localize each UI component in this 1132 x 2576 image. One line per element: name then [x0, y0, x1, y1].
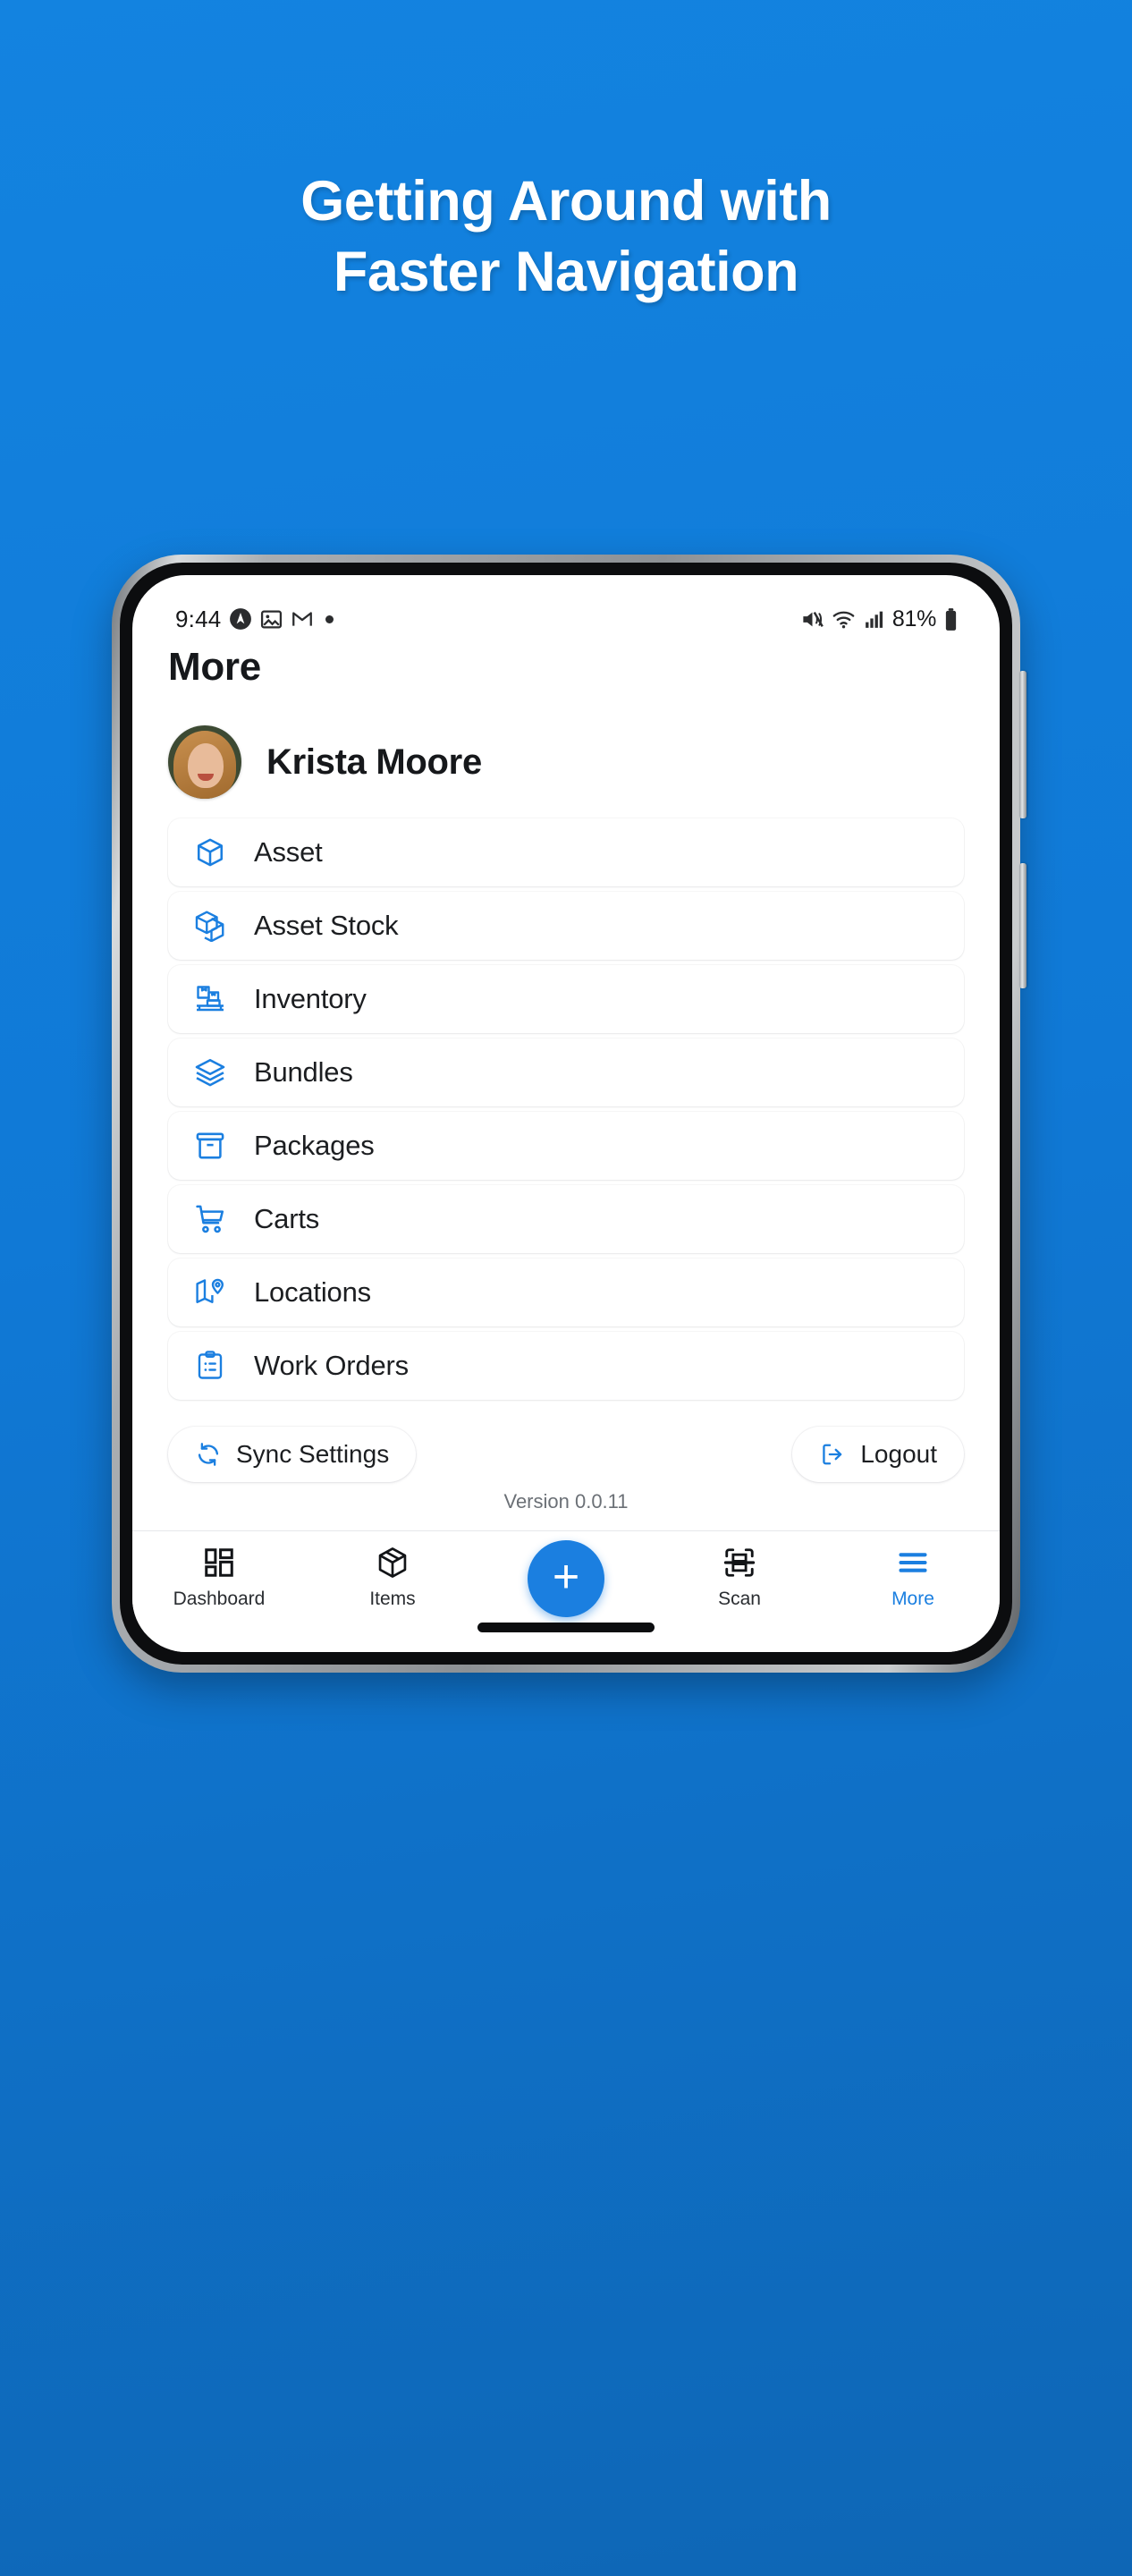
nav-item-dashboard[interactable]: Dashboard: [152, 1544, 286, 1610]
layers-icon: [193, 1055, 227, 1089]
box-3d-icon: [376, 1544, 410, 1581]
barcode-scan-icon: [722, 1544, 756, 1581]
cube-icon: [193, 835, 227, 869]
nav-label: Scan: [718, 1589, 761, 1609]
phone-screen: 9:44 81% More Krista Moore Asset Asset S…: [132, 575, 1000, 1652]
clipboard-list-icon: [193, 1349, 227, 1383]
page-title: More: [168, 645, 261, 689]
nav-item-add[interactable]: +: [499, 1540, 633, 1617]
menu-item-asset-stock[interactable]: Asset Stock: [168, 892, 964, 960]
dot-icon: [325, 614, 334, 623]
refresh-icon: [195, 1441, 222, 1468]
menu-item-label: Asset Stock: [254, 910, 399, 941]
home-indicator[interactable]: [477, 1623, 655, 1632]
phone-bezel: 9:44 81% More Krista Moore Asset Asset S…: [120, 563, 1012, 1665]
status-time: 9:44: [175, 605, 222, 632]
map-pin-icon: [193, 1275, 227, 1309]
mute-icon: [800, 607, 824, 631]
menu-item-label: Work Orders: [254, 1350, 409, 1381]
battery-icon: [943, 607, 959, 631]
menu-item-packages[interactable]: Packages: [168, 1112, 964, 1180]
hamburger-icon: [896, 1544, 930, 1581]
gmail-icon: [291, 607, 314, 631]
nav-item-more[interactable]: More: [846, 1544, 980, 1610]
status-bar: 9:44 81%: [132, 575, 1000, 643]
bottom-navigation: Dashboard Items + Scan More: [132, 1530, 1000, 1652]
cubes-icon: [193, 909, 227, 943]
status-bar-right: 81%: [800, 606, 959, 632]
logout-button[interactable]: Logout: [792, 1427, 964, 1482]
compass-icon: [229, 607, 252, 631]
nav-item-scan[interactable]: Scan: [672, 1544, 807, 1610]
version-label: Version 0.0.11: [503, 1490, 629, 1513]
menu-item-work-orders[interactable]: Work Orders: [168, 1332, 964, 1400]
headline-line-2: Faster Navigation: [333, 240, 799, 303]
sync-settings-label: Sync Settings: [236, 1440, 390, 1468]
menu-item-label: Bundles: [254, 1056, 353, 1088]
shopping-cart-icon: [193, 1202, 227, 1236]
phone-mockup: 9:44 81% More Krista Moore Asset Asset S…: [112, 555, 1026, 1673]
nav-item-items[interactable]: Items: [325, 1544, 460, 1610]
menu-item-label: Inventory: [254, 983, 367, 1014]
menu-item-locations[interactable]: Locations: [168, 1258, 964, 1326]
wifi-icon: [832, 607, 856, 631]
add-fab-button[interactable]: +: [528, 1540, 604, 1617]
volume-button[interactable]: [1019, 671, 1026, 818]
power-button[interactable]: [1019, 863, 1026, 988]
menu-item-bundles[interactable]: Bundles: [168, 1038, 964, 1106]
boxes-pallet-icon: [193, 982, 227, 1016]
status-bar-left: 9:44: [175, 606, 334, 633]
sync-settings-button[interactable]: Sync Settings: [168, 1427, 417, 1482]
more-menu-list: Asset Asset Stock Inventory Bundles Pack…: [168, 818, 964, 1400]
profile-name: Krista Moore: [266, 741, 482, 782]
grid-icon: [202, 1544, 236, 1581]
battery-percent: 81%: [891, 606, 936, 631]
nav-label: Items: [369, 1589, 416, 1609]
menu-item-carts[interactable]: Carts: [168, 1185, 964, 1253]
promo-headline: Getting Around with Faster Navigation: [0, 166, 1132, 308]
menu-item-label: Carts: [254, 1203, 320, 1234]
menu-item-asset[interactable]: Asset: [168, 818, 964, 886]
archive-box-icon: [193, 1129, 227, 1163]
logout-icon: [819, 1441, 846, 1468]
nav-label: More: [891, 1589, 934, 1609]
image-icon: [260, 608, 283, 631]
headline-line-1: Getting Around with: [300, 170, 832, 233]
logout-label: Logout: [860, 1440, 937, 1468]
plus-icon: +: [552, 1550, 580, 1603]
menu-item-label: Asset: [254, 836, 323, 868]
signal-icon: [863, 608, 885, 631]
nav-label: Dashboard: [173, 1589, 266, 1609]
menu-item-label: Locations: [254, 1276, 371, 1308]
profile-row[interactable]: Krista Moore: [168, 714, 964, 810]
action-row: Sync Settings Logout: [168, 1427, 964, 1482]
menu-item-label: Packages: [254, 1130, 375, 1161]
menu-item-inventory[interactable]: Inventory: [168, 965, 964, 1033]
avatar: [168, 725, 241, 799]
